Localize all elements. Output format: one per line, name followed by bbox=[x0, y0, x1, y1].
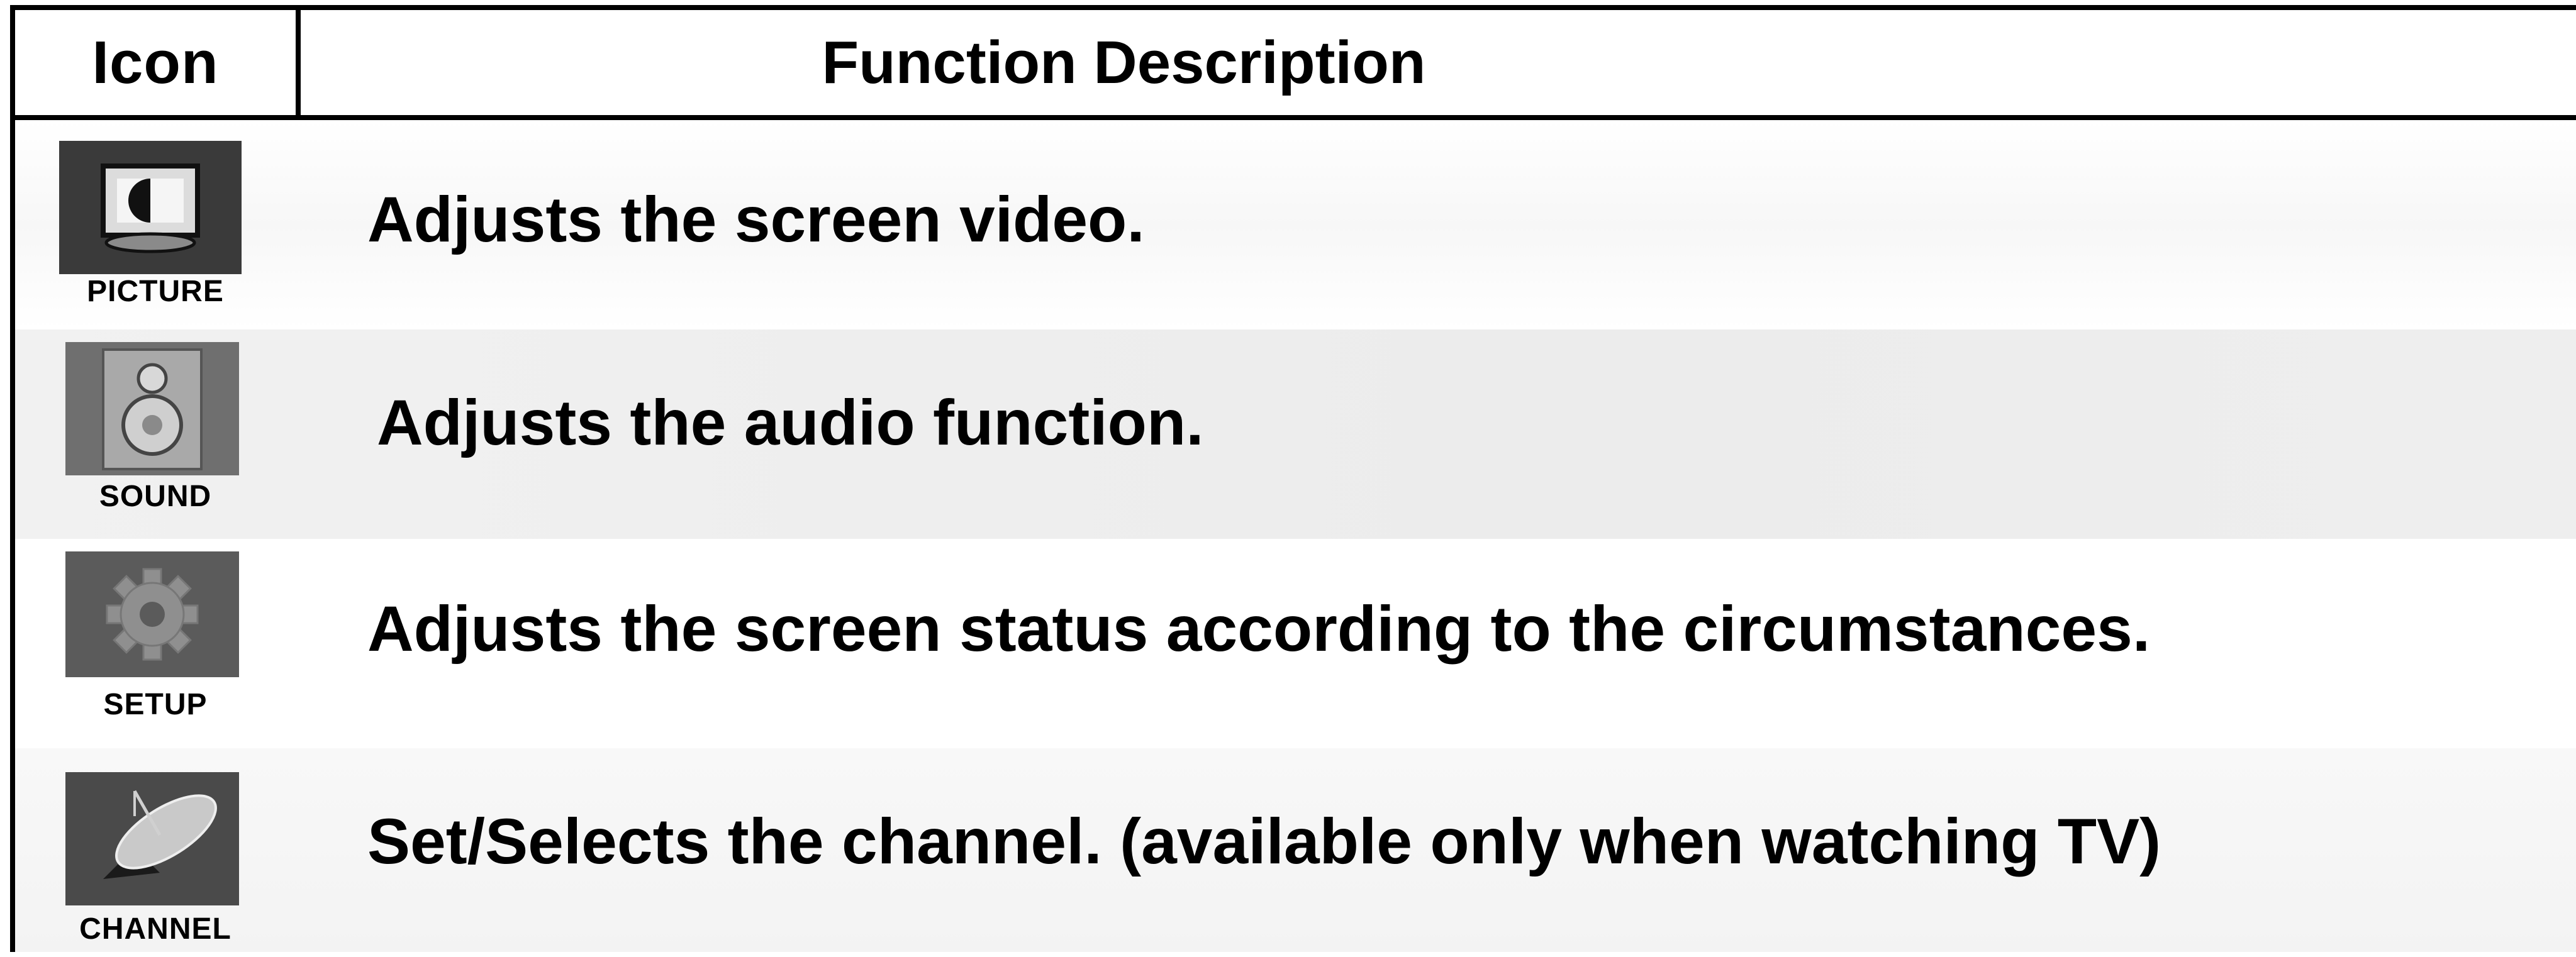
table-row-picture: PICTURE Adjusts the screen video. bbox=[15, 120, 2576, 329]
table-row-channel: CHANNEL Set/Selects the channel. (availa… bbox=[15, 748, 2576, 952]
table-header: Icon Function Description bbox=[15, 10, 2576, 120]
picture-icon bbox=[59, 141, 242, 274]
header-description-column: Function Description bbox=[822, 28, 1426, 96]
table-row-sound: SOUND Adjusts the audio function. bbox=[15, 329, 2576, 539]
icon-cell: CHANNEL bbox=[15, 748, 296, 952]
row-description: Adjusts the screen status according to t… bbox=[367, 593, 2151, 665]
sound-icon bbox=[65, 342, 239, 475]
icon-label: CHANNEL bbox=[79, 912, 231, 946]
table-row-setup: SETUP Adjusts the screen status accordin… bbox=[15, 539, 2576, 748]
icon-label: SETUP bbox=[103, 688, 208, 721]
row-description: Adjusts the audio function. bbox=[377, 387, 1204, 458]
setup-icon bbox=[65, 551, 239, 677]
icon-cell: SOUND bbox=[15, 329, 296, 539]
channel-icon bbox=[65, 772, 239, 905]
row-description: Set/Selects the channel. (available only… bbox=[367, 805, 2161, 877]
icon-label: PICTURE bbox=[87, 275, 224, 308]
icon-cell: PICTURE bbox=[15, 120, 296, 329]
header-icon-column: Icon bbox=[92, 28, 219, 96]
row-description: Adjusts the screen video. bbox=[367, 184, 1145, 255]
icon-cell: SETUP bbox=[15, 539, 296, 748]
icon-label: SOUND bbox=[99, 480, 212, 513]
function-table: Icon Function Description PICTURE Adjust… bbox=[10, 5, 2576, 952]
